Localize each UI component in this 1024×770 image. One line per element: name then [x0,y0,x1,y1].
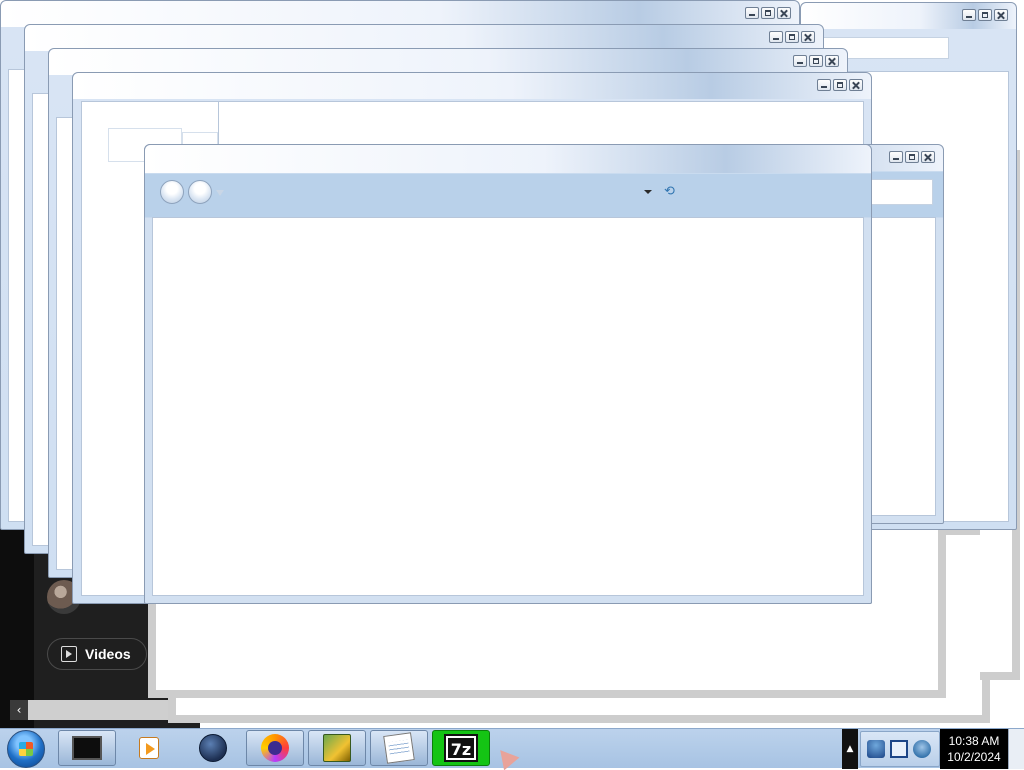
taskbar-item-firefox[interactable] [246,730,304,766]
window-content [152,217,864,596]
caption-buttons [817,79,863,91]
notepad-icon [383,732,415,764]
tray-expand-button[interactable]: ▲ [842,729,858,769]
media-player-icon [139,737,159,759]
maximize-icon[interactable] [785,31,799,43]
minimize-icon[interactable] [962,9,976,21]
volume-icon[interactable] [913,740,931,758]
taskbar-item-command-prompt[interactable] [58,730,116,766]
play-icon [61,646,77,662]
close-icon[interactable] [801,31,815,43]
taskbar-clock[interactable]: 10:38 AM 10/2/2024 [940,729,1008,769]
taskbar-item-media-player[interactable] [120,730,178,766]
address-dropdown-icon[interactable] [644,190,652,194]
refresh-icon[interactable]: ⟲ [664,185,675,199]
scroll-left-button[interactable]: ‹ [10,700,28,720]
show-desktop-button[interactable] [1008,729,1024,769]
network-icon[interactable] [867,740,885,758]
close-icon[interactable] [849,79,863,91]
terminal-icon [72,736,102,760]
window-titlebar[interactable] [73,73,871,99]
overlay-window[interactable]: ⟲ [144,144,872,604]
minimize-icon[interactable] [745,7,759,19]
7zip-icon: 7z [444,734,478,762]
videos-chip[interactable]: Videos [47,638,147,670]
close-icon[interactable] [994,9,1008,21]
recent-pages-icon[interactable] [216,190,224,196]
window-titlebar[interactable] [145,145,871,173]
maximize-icon[interactable] [809,55,823,67]
minimize-icon[interactable] [889,151,903,163]
forward-button[interactable] [188,180,212,204]
caption-buttons [889,151,935,163]
taskbar-item-notepad[interactable] [370,730,428,766]
system-tray [860,731,940,767]
caption-buttons [793,55,839,67]
maximize-icon[interactable] [978,9,992,21]
game-icon [323,734,351,762]
maximize-icon[interactable] [833,79,847,91]
firefox-icon [261,734,289,762]
caption-buttons [769,31,815,43]
caption-buttons [962,9,1008,21]
minimize-icon[interactable] [769,31,783,43]
globe-icon [199,734,227,762]
caption-buttons [745,7,791,19]
taskbar-item-7zip[interactable]: 7z [432,730,490,766]
minimize-icon[interactable] [793,55,807,67]
videos-chip-label: Videos [85,646,131,662]
horizontal-scrollbar[interactable] [10,700,192,720]
clock-time: 10:38 AM [948,734,1000,748]
clock-date: 10/2/2024 [947,750,1001,764]
display-icon[interactable] [890,740,908,758]
maximize-icon[interactable] [905,151,919,163]
close-icon[interactable] [921,151,935,163]
taskbar-item-globe-app[interactable] [184,730,242,766]
maximize-icon[interactable] [761,7,775,19]
taskbar-item-game[interactable] [308,730,366,766]
back-button[interactable] [160,180,184,204]
close-icon[interactable] [825,55,839,67]
windows-start-orb-icon[interactable] [7,730,45,768]
close-icon[interactable] [777,7,791,19]
minimize-icon[interactable] [817,79,831,91]
